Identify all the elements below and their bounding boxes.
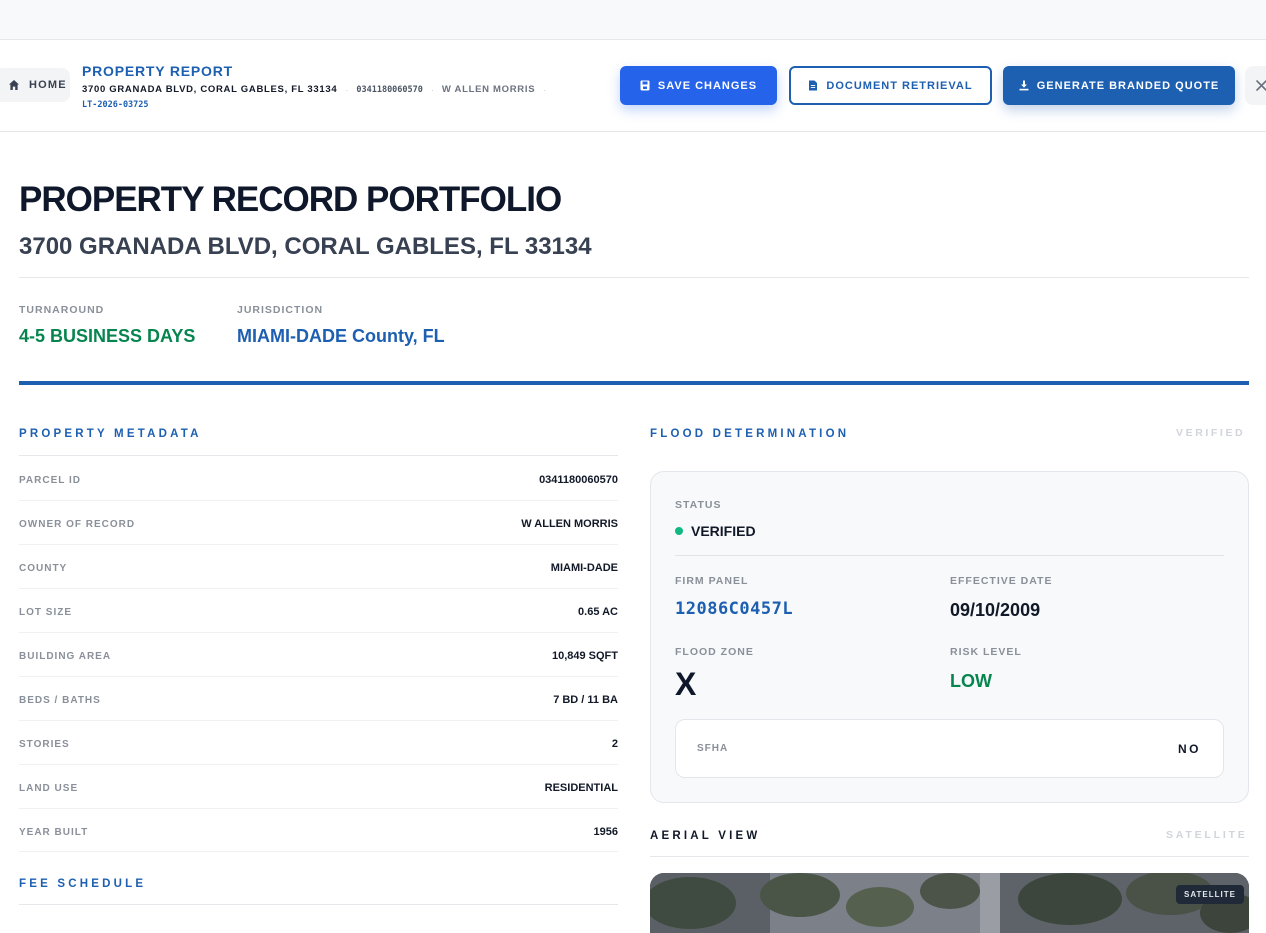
report-meta: 3700 GRANADA BLVD, CORAL GABLES, FL 3313… (82, 84, 546, 95)
turnaround-label: TURNAROUND (19, 304, 105, 316)
report-owner: W ALLEN MORRIS (441, 84, 536, 95)
risk-level-value: LOW (950, 671, 992, 691)
metadata-value: 0.65 AC (578, 606, 618, 618)
meta-separator: · (430, 84, 434, 95)
metadata-label: BEDS / BATHS (19, 695, 101, 706)
metadata-row: STORIES 2 (19, 721, 618, 765)
metadata-label: PARCEL ID (19, 475, 81, 486)
metadata-row: YEAR BUILT 1956 (19, 809, 618, 853)
report-reference: LT-2026-03725 (82, 100, 149, 110)
jurisdiction-label: JURISDICTION (237, 304, 324, 316)
metadata-row: LAND USE RESIDENTIAL (19, 765, 618, 809)
firm-panel-value: 12086C0457L (675, 599, 794, 619)
close-icon (1256, 80, 1266, 91)
flood-zone-value: X (675, 666, 697, 702)
report-parcel-id: 0341180060570 (356, 84, 423, 95)
effective-date-value: 09/10/2009 (950, 600, 1041, 620)
flood-zone-label: FLOOD ZONE (675, 646, 754, 658)
aerial-image[interactable] (650, 873, 1249, 933)
page-title: PROPERTY RECORD PORTFOLIO (19, 180, 562, 219)
document-retrieval-button[interactable]: DOCUMENT RETRIEVAL (789, 66, 992, 105)
flood-card: STATUS VERIFIED FIRM PANEL 12086C0457L E… (650, 471, 1249, 803)
metadata-value: RESIDENTIAL (544, 782, 618, 794)
aerial-view-rule (650, 856, 1249, 857)
metadata-label: OWNER OF RECORD (19, 519, 136, 530)
report-header: HOME PROPERTY REPORT 3700 GRANADA BLVD, … (0, 40, 1266, 132)
metadata-value: 2 (611, 738, 618, 750)
generate-quote-label: GENERATE BRANDED QUOTE (1036, 79, 1220, 92)
status-indicator: VERIFIED (675, 523, 756, 539)
save-changes-label: SAVE CHANGES (657, 79, 758, 92)
firm-panel-label: FIRM PANEL (675, 575, 749, 587)
metadata-label: YEAR BUILT (19, 827, 89, 838)
flood-verified-tag: VERIFIED (1176, 427, 1246, 439)
metadata-label: STORIES (19, 739, 70, 750)
generate-quote-button[interactable]: GENERATE BRANDED QUOTE (1003, 66, 1235, 105)
meta-separator: · (543, 84, 547, 95)
status-dot-icon (675, 527, 683, 535)
status-value: VERIFIED (691, 523, 756, 539)
metadata-row: BUILDING AREA 10,849 SQFT (19, 633, 618, 677)
home-button[interactable]: HOME (0, 68, 70, 102)
hero-accent-bar (19, 381, 1249, 385)
metadata-end-rule (19, 851, 618, 852)
metadata-label: COUNTY (19, 563, 68, 574)
metadata-value: 0341180060570 (539, 474, 618, 486)
metadata-label: LAND USE (19, 783, 79, 794)
home-button-label: HOME (29, 79, 67, 91)
jurisdiction-value: MIAMI-DADE County, FL (237, 326, 445, 346)
metadata-row: BEDS / BATHS 7 BD / 11 BA (19, 677, 618, 721)
metadata-row: PARCEL ID 0341180060570 (19, 457, 618, 501)
meta-separator: · (345, 84, 349, 95)
metadata-value: W ALLEN MORRIS (521, 518, 618, 530)
document-retrieval-label: DOCUMENT RETRIEVAL (826, 79, 973, 92)
fee-schedule-title: FEE SCHEDULE (19, 878, 147, 890)
sfha-label: SFHA (697, 743, 729, 754)
metadata-value: 1956 (593, 826, 618, 838)
page-subtitle-address: 3700 GRANADA BLVD, CORAL GABLES, FL 3313… (19, 233, 592, 260)
close-button[interactable] (1245, 66, 1266, 105)
aerial-satellite-tag: SATELLITE (1166, 829, 1248, 841)
sfha-box: SFHA NO (675, 719, 1224, 778)
metadata-value: 7 BD / 11 BA (553, 694, 618, 706)
effective-date-label: EFFECTIVE DATE (950, 575, 1053, 587)
flood-determination-title: FLOOD DETERMINATION (650, 428, 850, 440)
metadata-value: MIAMI-DADE (550, 562, 618, 574)
turnaround-value: 4-5 BUSINESS DAYS (19, 326, 196, 346)
metadata-row: OWNER OF RECORD W ALLEN MORRIS (19, 501, 618, 545)
report-address: 3700 GRANADA BLVD, CORAL GABLES, FL 3313… (82, 84, 338, 95)
metadata-label: LOT SIZE (19, 607, 72, 618)
report-title: PROPERTY REPORT (82, 63, 233, 79)
home-icon (9, 80, 19, 90)
floppy-disk-icon (640, 80, 650, 91)
download-icon (1019, 80, 1029, 91)
metadata-value: 10,849 SQFT (551, 650, 618, 662)
top-strip (0, 0, 1266, 40)
metadata-label: BUILDING AREA (19, 651, 112, 662)
document-icon (809, 80, 818, 91)
metadata-row: COUNTY MIAMI-DADE (19, 545, 618, 589)
risk-level-label: RISK LEVEL (950, 646, 1022, 658)
sfha-value: NO (1178, 742, 1201, 756)
aerial-view-title: AERIAL VIEW (650, 830, 761, 842)
property-metadata-title: PROPERTY METADATA (19, 428, 202, 440)
metadata-row: LOT SIZE 0.65 AC (19, 589, 618, 633)
property-metadata-rule (19, 455, 618, 456)
status-label: STATUS (675, 499, 722, 511)
flood-card-divider (675, 555, 1224, 556)
save-changes-button[interactable]: SAVE CHANGES (620, 66, 777, 105)
satellite-badge: SATELLITE (1176, 885, 1244, 904)
hero-divider (19, 277, 1249, 278)
fee-schedule-rule (19, 904, 618, 905)
